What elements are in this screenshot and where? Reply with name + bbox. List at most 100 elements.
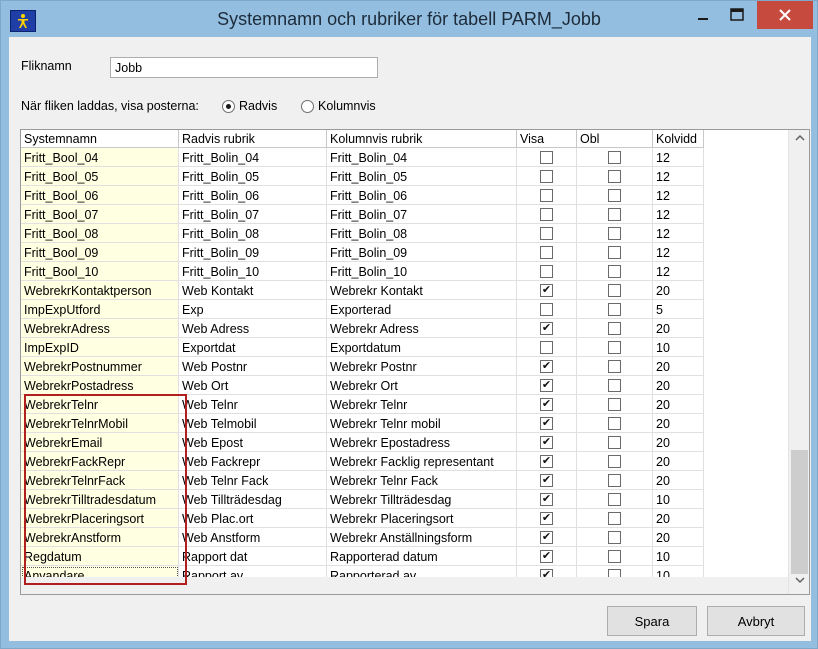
cell-radvis-rubrik[interactable]: Web Ort [179,376,327,395]
cell-radvis-rubrik[interactable]: Fritt_Bolin_06 [179,186,327,205]
cell-kolumnvis-rubrik[interactable]: Webrekr Ort [327,376,517,395]
obl-checkbox[interactable] [608,417,621,430]
cell-systemnamn[interactable]: Fritt_Bool_10 [21,262,179,281]
cell-kolumnvis-rubrik[interactable]: Rapporterad datum [327,547,517,566]
table-row[interactable]: WebrekrPlaceringsort Web Plac.ort Webrekr … [21,509,704,528]
cell-radvis-rubrik[interactable]: Web Epost [179,433,327,452]
cell-kolumnvis-rubrik[interactable]: Fritt_Bolin_10 [327,262,517,281]
cell-systemnamn[interactable]: WebrekrEmail [21,433,179,452]
cell-radvis-rubrik[interactable]: Fritt_Bolin_09 [179,243,327,262]
cell-radvis-rubrik[interactable]: Fritt_Bolin_04 [179,148,327,167]
scroll-down-icon[interactable] [789,575,809,592]
header-obl[interactable]: Obl [577,130,653,148]
cell-kolvidd[interactable]: 20 [653,433,704,452]
visa-checkbox[interactable]: ✔ [540,322,553,335]
radio-rows[interactable] [222,100,235,113]
close-icon[interactable] [757,1,813,29]
tab-name-input[interactable]: Jobb [110,57,378,78]
cell-radvis-rubrik[interactable]: Web Telnr Fack [179,471,327,490]
visa-checkbox[interactable] [540,170,553,183]
obl-checkbox[interactable] [608,531,621,544]
cell-kolvidd[interactable]: 20 [653,376,704,395]
cell-systemnamn[interactable]: WebrekrAdress [21,319,179,338]
visa-checkbox[interactable] [540,189,553,202]
obl-checkbox[interactable] [608,246,621,259]
table-row[interactable]: ImpExpUtford Exp Exporterad 5 [21,300,704,319]
cell-kolvidd[interactable]: 20 [653,452,704,471]
cell-systemnamn[interactable]: Fritt_Bool_09 [21,243,179,262]
cell-kolvidd[interactable]: 12 [653,224,704,243]
cell-radvis-rubrik[interactable]: Exp [179,300,327,319]
cell-radvis-rubrik[interactable]: Fritt_Bolin_07 [179,205,327,224]
cell-systemnamn[interactable]: WebrekrPostnummer [21,357,179,376]
table-row[interactable]: WebrekrTilltradesdatum Web Tillträdesdag W… [21,490,704,509]
obl-checkbox[interactable] [608,227,621,240]
cell-radvis-rubrik[interactable]: Web Plac.ort [179,509,327,528]
cell-kolvidd[interactable]: 12 [653,262,704,281]
cell-systemnamn[interactable]: Fritt_Bool_08 [21,224,179,243]
visa-checkbox[interactable]: ✔ [540,360,553,373]
cell-radvis-rubrik[interactable]: Web Postnr [179,357,327,376]
cell-kolvidd[interactable]: 12 [653,243,704,262]
cell-kolumnvis-rubrik[interactable]: Fritt_Bolin_08 [327,224,517,243]
visa-checkbox[interactable] [540,246,553,259]
table-row[interactable]: Regdatum Rapport dat Rapporterad datum ✔ 10 [21,547,704,566]
cancel-button[interactable]: Avbryt [707,606,805,636]
cell-radvis-rubrik[interactable]: Web Anstform [179,528,327,547]
visa-checkbox[interactable]: ✔ [540,455,553,468]
cell-systemnamn[interactable]: ImpExpUtford [21,300,179,319]
cell-radvis-rubrik[interactable]: Web Fackrepr [179,452,327,471]
visa-checkbox[interactable] [540,265,553,278]
cell-kolvidd[interactable]: 20 [653,509,704,528]
cell-radvis-rubrik[interactable]: Web Adress [179,319,327,338]
obl-checkbox[interactable] [608,493,621,506]
table-row[interactable]: Fritt_Bool_08 Fritt_Bolin_08 Fritt_Bolin_0… [21,224,704,243]
table-row[interactable]: Fritt_Bool_04 Fritt_Bolin_04 Fritt_Bolin_0… [21,148,704,167]
cell-kolumnvis-rubrik[interactable]: Webrekr Kontakt [327,281,517,300]
cell-systemnamn[interactable]: WebrekrTelnrMobil [21,414,179,433]
scrollbar-thumb[interactable] [791,450,808,574]
cell-kolvidd[interactable]: 12 [653,167,704,186]
visa-checkbox[interactable] [540,303,553,316]
maximize-icon[interactable] [723,1,751,29]
obl-checkbox[interactable] [608,189,621,202]
table-row[interactable]: WebrekrPostadress Web Ort Webrekr Ort ✔ 20 [21,376,704,395]
cell-kolvidd[interactable]: 20 [653,281,704,300]
cell-kolvidd[interactable]: 20 [653,319,704,338]
visa-checkbox[interactable] [540,227,553,240]
table-row[interactable]: Fritt_Bool_10 Fritt_Bolin_10 Fritt_Bolin_1… [21,262,704,281]
cell-kolvidd[interactable]: 20 [653,528,704,547]
obl-checkbox[interactable] [608,151,621,164]
cell-kolvidd[interactable]: 20 [653,395,704,414]
cell-systemnamn[interactable]: WebrekrPlaceringsort [21,509,179,528]
cell-kolumnvis-rubrik[interactable]: Webrekr Telnr mobil [327,414,517,433]
cell-systemnamn[interactable]: WebrekrFackRepr [21,452,179,471]
visa-checkbox[interactable]: ✔ [540,512,553,525]
cell-kolvidd[interactable]: 10 [653,547,704,566]
obl-checkbox[interactable] [608,550,621,563]
vertical-scrollbar[interactable] [788,130,809,594]
visa-checkbox[interactable]: ✔ [540,474,553,487]
obl-checkbox[interactable] [608,170,621,183]
cell-radvis-rubrik[interactable]: Exportdat [179,338,327,357]
cell-systemnamn[interactable]: Fritt_Bool_07 [21,205,179,224]
visa-checkbox[interactable] [540,341,553,354]
table-row[interactable]: Fritt_Bool_06 Fritt_Bolin_06 Fritt_Bolin_0… [21,186,704,205]
header-kolumnvis[interactable]: Kolumnvis rubrik [327,130,517,148]
cell-kolumnvis-rubrik[interactable]: Fritt_Bolin_05 [327,167,517,186]
cell-kolumnvis-rubrik[interactable]: Webrekr Facklig representant [327,452,517,471]
cell-kolvidd[interactable]: 10 [653,490,704,509]
obl-checkbox[interactable] [608,512,621,525]
cell-systemnamn[interactable]: Fritt_Bool_05 [21,167,179,186]
table-row[interactable]: WebrekrAnstform Web Anstform Webrekr Anstä… [21,528,704,547]
cell-kolumnvis-rubrik[interactable]: Webrekr Tillträdesdag [327,490,517,509]
cell-radvis-rubrik[interactable]: Web Tillträdesdag [179,490,327,509]
cell-radvis-rubrik[interactable]: Web Kontakt [179,281,327,300]
cell-systemnamn[interactable]: WebrekrPostadress [21,376,179,395]
obl-checkbox[interactable] [608,284,621,297]
header-visa[interactable]: Visa [517,130,577,148]
radio-columns[interactable] [301,100,314,113]
cell-kolumnvis-rubrik[interactable]: Webrekr Anställningsform [327,528,517,547]
cell-systemnamn[interactable]: WebrekrKontaktperson [21,281,179,300]
cell-kolvidd[interactable]: 12 [653,148,704,167]
